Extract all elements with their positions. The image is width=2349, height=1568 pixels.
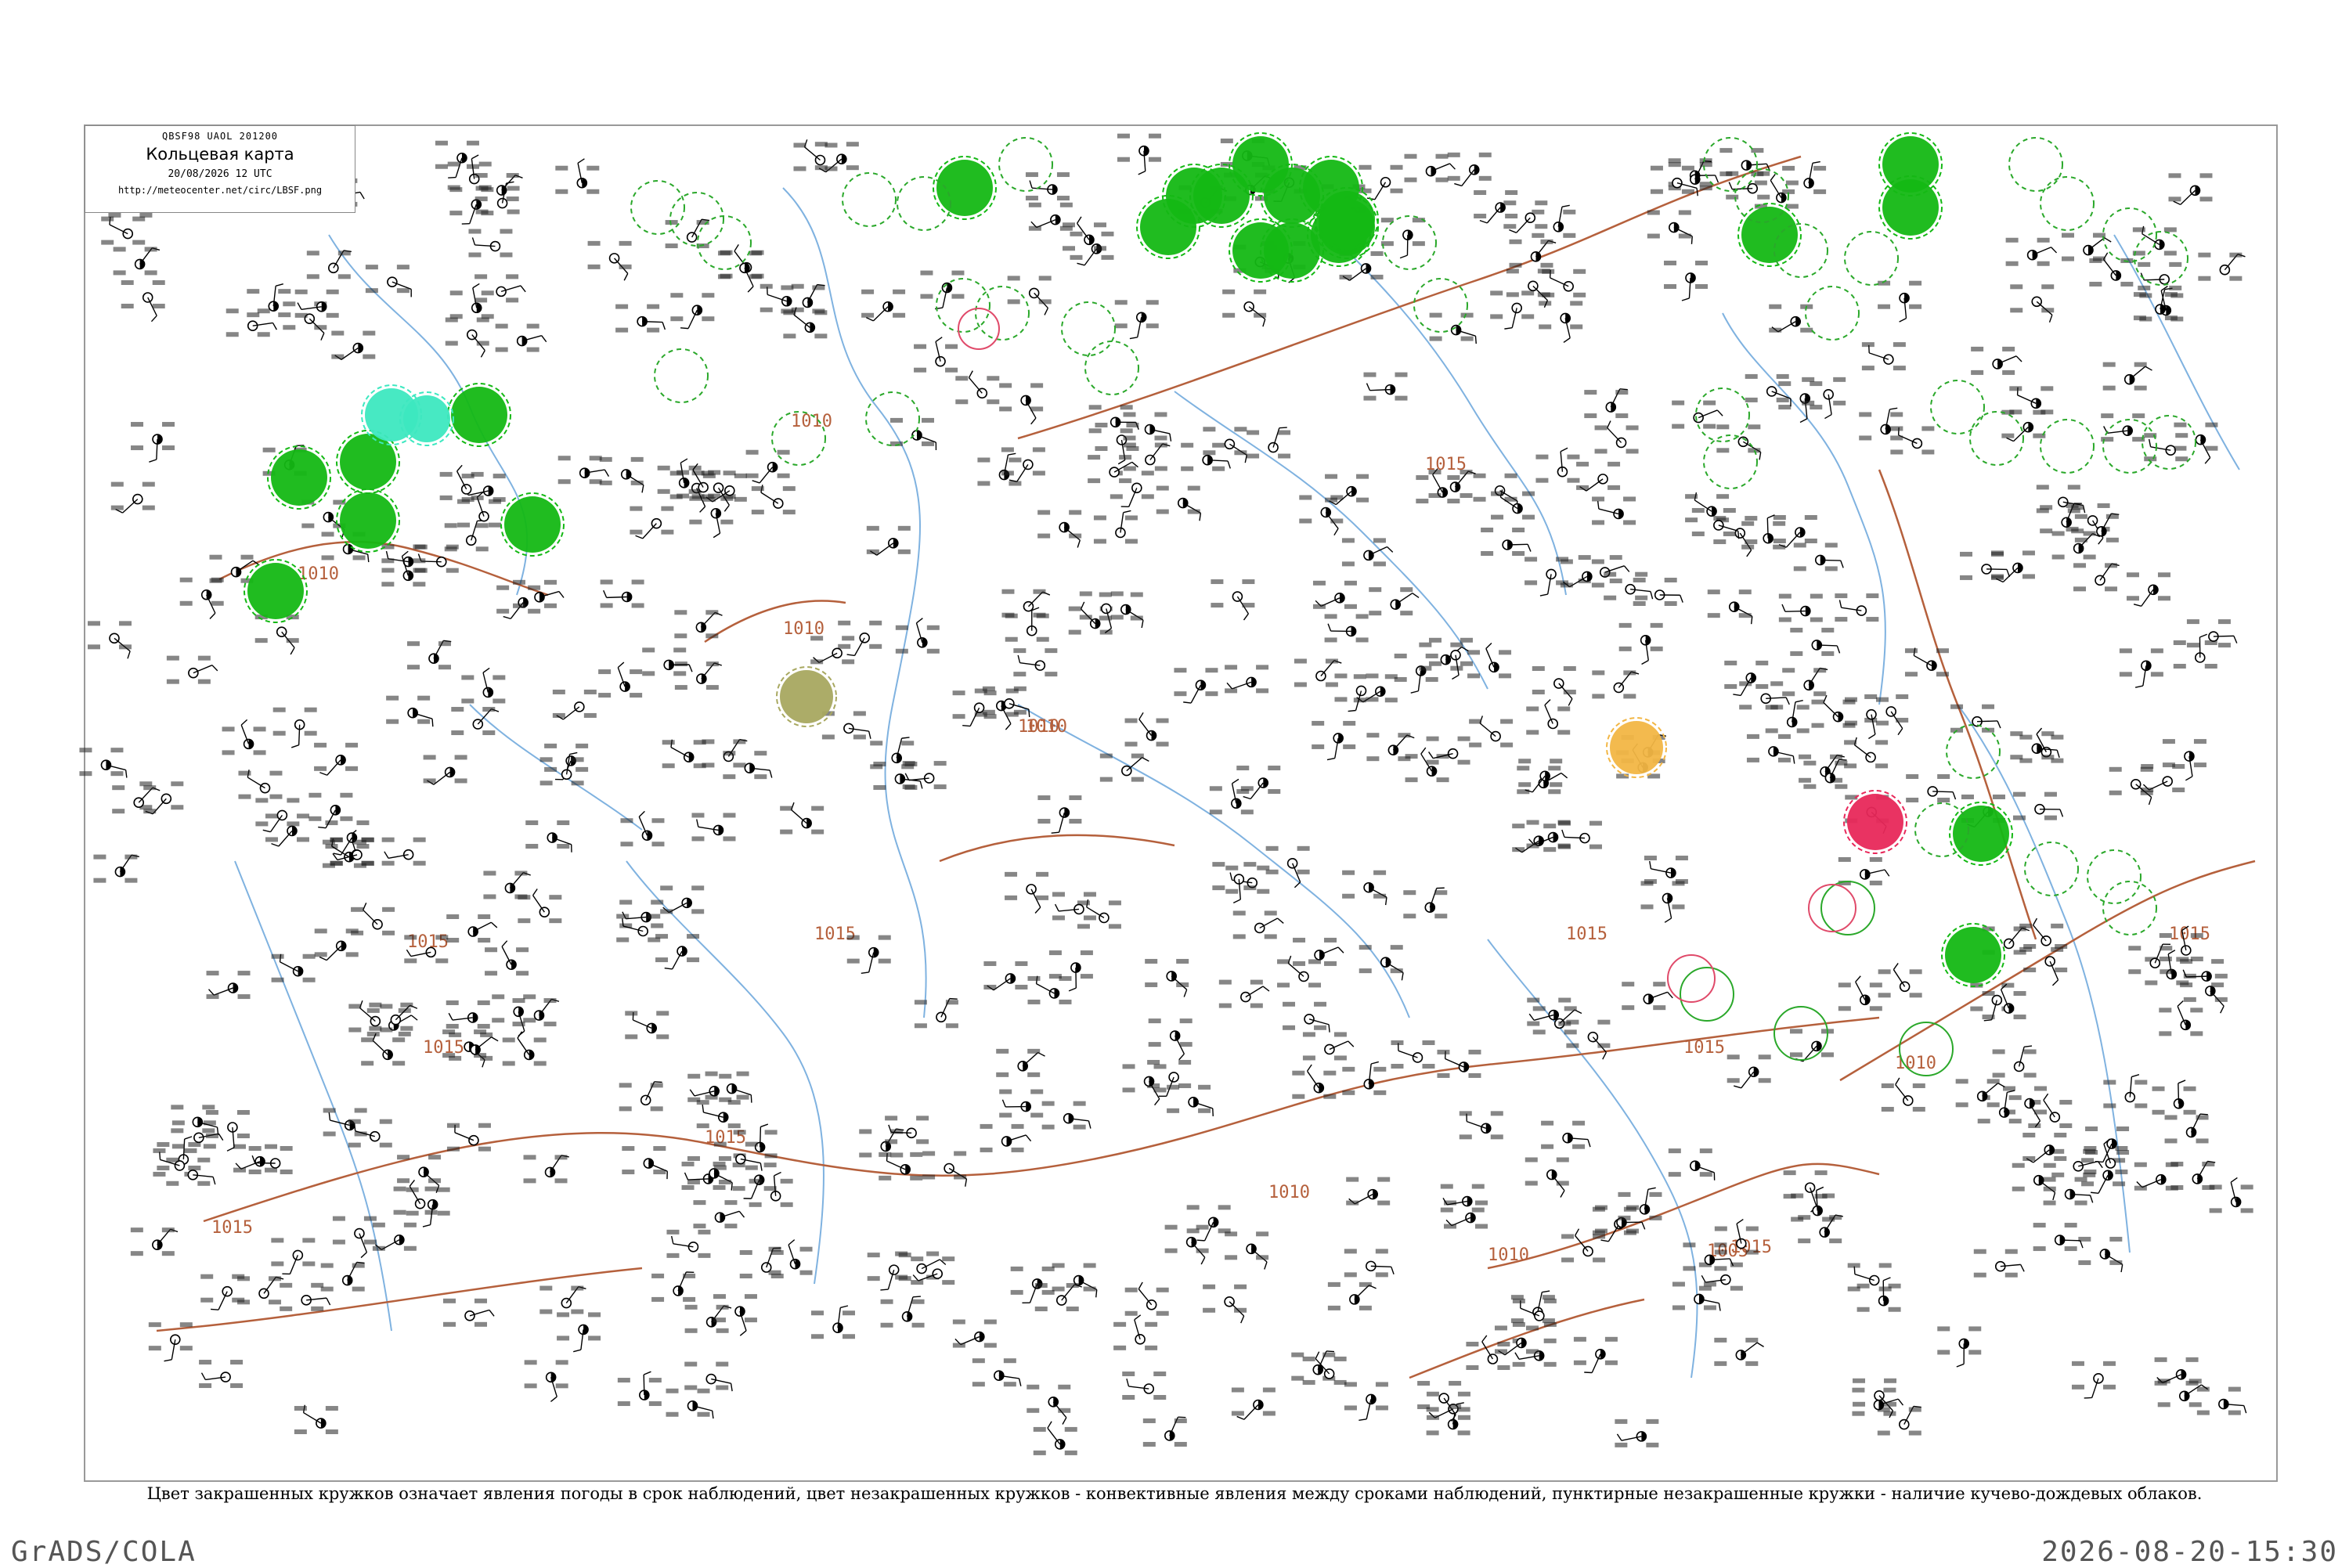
isobar-label: 1015 (2169, 925, 2210, 944)
isobar-label: 1015 (1566, 925, 1607, 944)
isobar-label: 1010 (1268, 1183, 1310, 1202)
isobar-label: 1015 (211, 1218, 253, 1238)
isobar-label: 1010 (1018, 717, 1059, 737)
isobar-label: 1015 (1683, 1038, 1725, 1058)
map-url[interactable]: http://meteocenter.net/circ/LBSF.png (85, 185, 355, 196)
map-title: Кольцевая карта (85, 145, 355, 164)
legend-caption: Цвет закрашенных кружков означает явлени… (0, 1484, 2349, 1503)
isobar-label: 1010 (783, 619, 824, 639)
bulletin-code: QBSF98 UAOL 201200 (85, 131, 355, 142)
weather-map: 1010 1010 1010 1010 1015 1015 1015 1010 1015 1015… (0, 0, 2349, 1566)
render-timestamp: 2026-08-20-15:30 (2041, 1536, 2338, 1568)
map-title-box: QBSF98 UAOL 201200 Кольцевая карта 20/08… (85, 125, 355, 213)
map-date: 20/08/2026 12 UTC (85, 168, 355, 180)
isobar-label: 1010 (298, 564, 339, 584)
software-credit: GrADS/COLA (11, 1536, 197, 1568)
isobar-label: 1015 (814, 925, 856, 944)
isobar-label: 1010 (1488, 1245, 1529, 1265)
